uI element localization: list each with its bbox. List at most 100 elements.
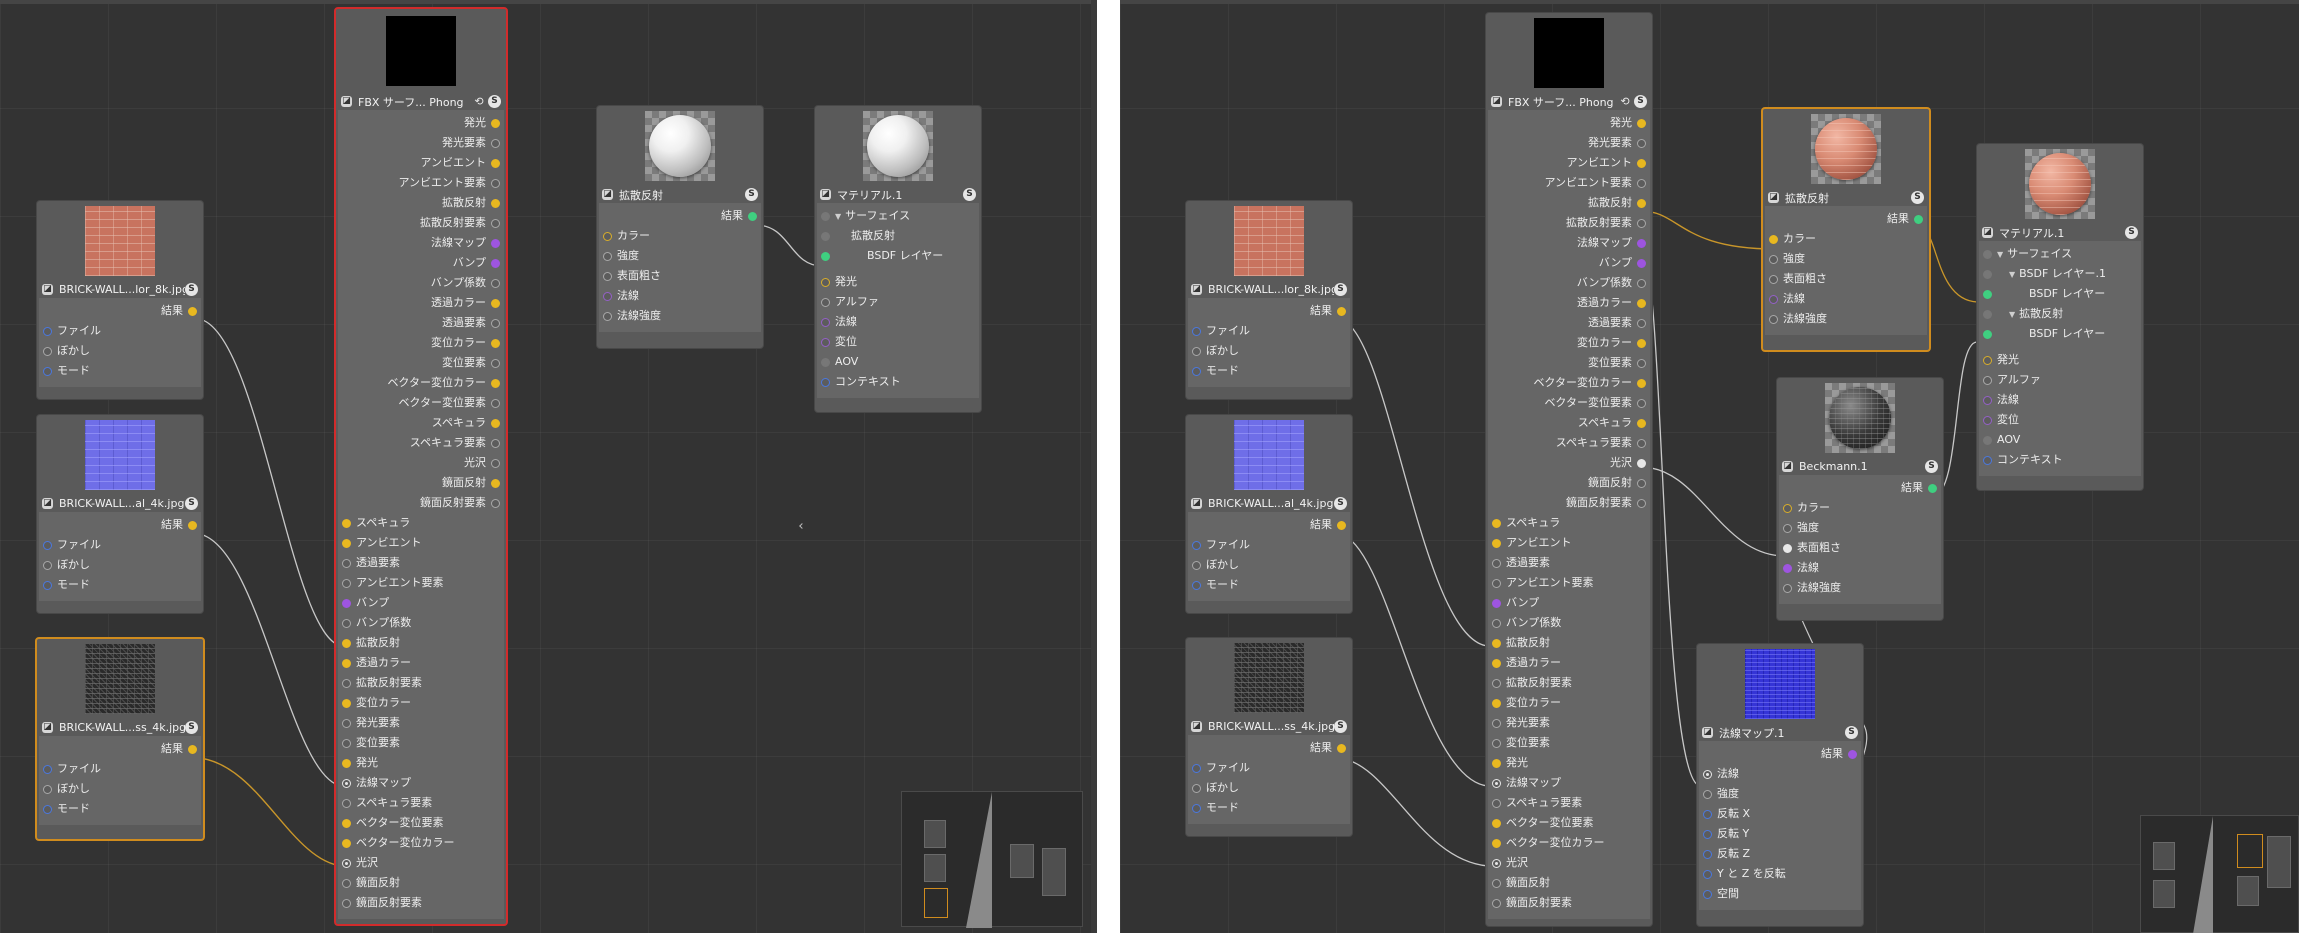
port-row[interactable]: ぼかし [1188, 555, 1350, 575]
input-port[interactable] [43, 327, 52, 336]
output-port[interactable] [1637, 279, 1646, 288]
input-port[interactable] [821, 338, 830, 347]
port-row[interactable]: ファイル [39, 759, 201, 779]
port-row[interactable]: 法線マップ [338, 773, 504, 793]
port-row[interactable]: アンビエント [338, 153, 504, 173]
diffuse-header[interactable]: ◪ 拡散反射 S [597, 186, 763, 203]
input-port[interactable] [1192, 367, 1201, 376]
port-row[interactable]: カラー [1765, 229, 1927, 249]
port-row[interactable]: 法線マップ [1488, 773, 1650, 793]
output-port[interactable] [1914, 215, 1923, 224]
input-port[interactable] [342, 739, 351, 748]
output-port[interactable] [1637, 379, 1646, 388]
reset-icon[interactable]: ⟲ [473, 95, 485, 108]
port-row[interactable]: 法線 [1979, 390, 2141, 410]
input-port[interactable] [1983, 330, 1992, 339]
solo-badge-icon[interactable]: S [1845, 726, 1858, 739]
input-port[interactable] [1192, 581, 1201, 590]
port-row[interactable]: 発光 [1979, 350, 2141, 370]
output-port[interactable] [491, 339, 500, 348]
input-port[interactable] [1192, 764, 1201, 773]
input-port[interactable] [1983, 270, 1992, 279]
port-row[interactable]: 拡散反射 [338, 633, 504, 653]
port-row[interactable]: 拡散反射要素 [1488, 213, 1650, 233]
input-port[interactable] [1492, 879, 1501, 888]
port-row[interactable]: カラー [599, 226, 761, 246]
input-port[interactable] [1492, 719, 1501, 728]
output-port[interactable] [491, 219, 500, 228]
tree-diffuse[interactable]: ▼ 拡散反射 [1979, 304, 2141, 324]
input-port[interactable] [1703, 830, 1712, 839]
port-row[interactable]: 透過カラー [338, 653, 504, 673]
output-port[interactable] [1637, 439, 1646, 448]
output-port[interactable] [1337, 521, 1346, 530]
material-header[interactable]: ◪ マテリアル.1 S [1977, 224, 2143, 241]
port-row[interactable]: 結果 [1188, 301, 1350, 321]
output-port[interactable] [491, 459, 500, 468]
port-row[interactable]: 変位カラー [338, 333, 504, 353]
output-port[interactable] [1637, 199, 1646, 208]
port-row[interactable]: スペキュラ要素 [338, 793, 504, 813]
collapse-triangle-icon[interactable]: ▼ [835, 212, 841, 221]
input-port[interactable] [1703, 810, 1712, 819]
port-row[interactable]: 法線 [1779, 558, 1941, 578]
port-row[interactable]: スペキュラ要素 [1488, 793, 1650, 813]
port-row[interactable]: 結果 [39, 515, 201, 535]
port-row[interactable]: ベクター変位要素 [338, 393, 504, 413]
port-row[interactable]: 透過カラー [338, 293, 504, 313]
port-row[interactable]: アルファ [817, 292, 979, 312]
input-port[interactable] [1769, 295, 1778, 304]
input-port[interactable] [1492, 639, 1501, 648]
input-port[interactable] [43, 805, 52, 814]
port-row[interactable]: モード [39, 575, 201, 595]
port-row[interactable]: ベクター変位要素 [1488, 393, 1650, 413]
port-row[interactable]: 変位 [1979, 410, 2141, 430]
port-row[interactable]: 発光要素 [338, 133, 504, 153]
output-port[interactable] [1337, 744, 1346, 753]
port-row[interactable]: ファイル [1188, 758, 1350, 778]
port-row[interactable]: 強度 [599, 246, 761, 266]
port-row[interactable]: ベクター変位カラー [1488, 373, 1650, 393]
port-row[interactable]: 反転 Y [1699, 824, 1861, 844]
input-port[interactable] [1783, 564, 1792, 573]
input-port[interactable] [43, 785, 52, 794]
input-port[interactable] [342, 819, 351, 828]
input-port[interactable] [1192, 347, 1201, 356]
tree-diffuse[interactable]: 拡散反射 [817, 226, 979, 246]
output-port[interactable] [1637, 139, 1646, 148]
normalmap-node[interactable]: ◪ 法線マップ.1 S 結果 法線 強度 反転 X 反転 Y 反転 Z Y と Z を反転… [1696, 643, 1864, 927]
output-port[interactable] [491, 319, 500, 328]
tree-surface[interactable]: ▼ サーフェイス [1979, 244, 2141, 264]
input-port[interactable] [821, 278, 830, 287]
input-port[interactable] [1492, 899, 1501, 908]
output-port[interactable] [1637, 399, 1646, 408]
output-port[interactable] [491, 139, 500, 148]
port-row[interactable]: 発光要素 [1488, 713, 1650, 733]
texture-header[interactable]: ◪ BRICK-WALL...ss_4k.jpg S [1186, 718, 1352, 735]
port-row[interactable]: 法線強度 [599, 306, 761, 326]
output-port[interactable] [1637, 459, 1646, 468]
input-port[interactable] [1983, 376, 1992, 385]
material-node[interactable]: ◪ マテリアル.1 S ▼ サーフェイス ▼ BSDF レイヤー.1 BSDF レイ… [1976, 143, 2144, 491]
output-port[interactable] [1637, 359, 1646, 368]
output-port[interactable] [491, 279, 500, 288]
port-row[interactable]: スペキュラ [1488, 513, 1650, 533]
port-row[interactable]: ぼかし [39, 341, 201, 361]
beckmann-header[interactable]: ◪ Beckmann.1 S [1777, 458, 1943, 475]
port-row[interactable]: 強度 [1779, 518, 1941, 538]
port-row[interactable]: 透過カラー [1488, 293, 1650, 313]
port-row[interactable]: ぼかし [1188, 778, 1350, 798]
output-port[interactable] [1637, 219, 1646, 228]
port-row[interactable]: 変位 [817, 332, 979, 352]
port-row[interactable]: 発光 [338, 113, 504, 133]
texture-node-normal[interactable]: ◪ BRICK-WALL...al_4k.jpg S 結果 ファイル ぼかし モード [1185, 414, 1353, 614]
output-port[interactable] [491, 239, 500, 248]
input-port[interactable] [342, 899, 351, 908]
input-port[interactable] [603, 252, 612, 261]
port-row[interactable]: 変位カラー [338, 693, 504, 713]
input-port[interactable] [1192, 804, 1201, 813]
minimap[interactable] [2140, 815, 2299, 933]
port-row[interactable]: ベクター変位要素 [1488, 813, 1650, 833]
output-port[interactable] [1637, 499, 1646, 508]
port-row[interactable]: 結果 [39, 739, 201, 759]
